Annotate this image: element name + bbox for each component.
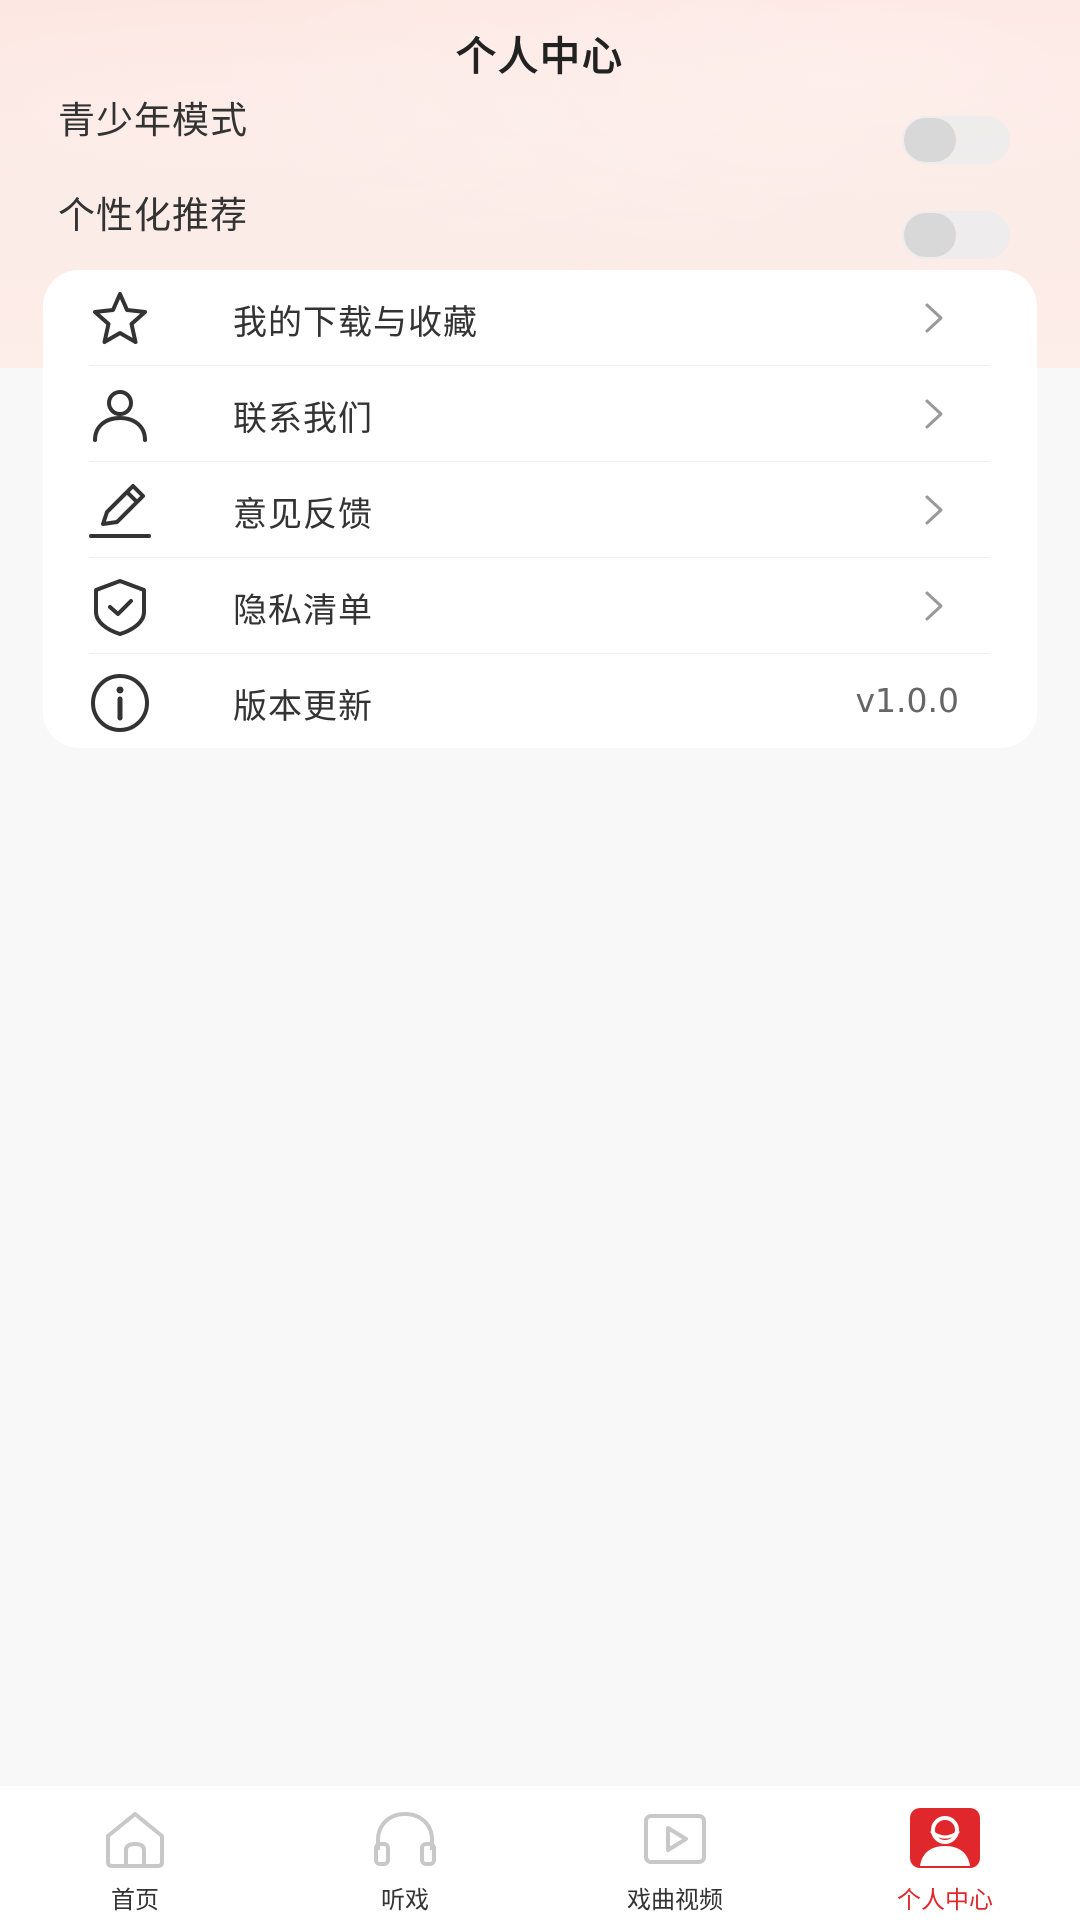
menu-item-label: 联系我们 bbox=[233, 399, 373, 439]
menu-item-feedback[interactable]: 意见反馈 bbox=[89, 462, 989, 558]
chevron-right-icon bbox=[925, 399, 943, 429]
home-icon bbox=[106, 1812, 164, 1868]
menu-item-label: 版本更新 bbox=[233, 687, 373, 727]
teen-mode-row: 青少年模式 bbox=[58, 90, 1018, 170]
nav-item-opera-video[interactable]: 戏曲视频 bbox=[540, 1786, 810, 1920]
personalized-recommend-toggle[interactable] bbox=[902, 211, 1010, 259]
nav-item-home[interactable]: 首页 bbox=[0, 1786, 270, 1920]
profile-icon bbox=[910, 1808, 980, 1868]
nav-label: 首页 bbox=[111, 1886, 159, 1914]
star-icon bbox=[93, 292, 147, 344]
menu-item-downloads-favorites[interactable]: 我的下载与收藏 bbox=[89, 270, 989, 366]
teen-mode-label: 青少年模式 bbox=[58, 99, 248, 142]
menu-item-label: 我的下载与收藏 bbox=[233, 303, 478, 343]
chevron-right-icon bbox=[925, 495, 943, 525]
user-icon bbox=[93, 390, 147, 442]
version-value: v1.0.0 bbox=[855, 681, 960, 720]
nav-item-listen-opera[interactable]: 听戏 bbox=[270, 1786, 540, 1920]
pencil-icon bbox=[89, 484, 151, 538]
menu-item-privacy-list[interactable]: 隐私清单 bbox=[89, 558, 989, 654]
menu-item-version-update[interactable]: 版本更新 v1.0.0 bbox=[89, 654, 989, 750]
personalized-recommend-row: 个性化推荐 bbox=[58, 185, 1018, 265]
shield-check-icon bbox=[94, 579, 146, 636]
nav-label: 戏曲视频 bbox=[627, 1886, 723, 1914]
headphones-icon bbox=[374, 1811, 436, 1866]
page-title: 个人中心 bbox=[456, 34, 624, 80]
nav-label: 个人中心 bbox=[897, 1886, 993, 1914]
teen-mode-toggle[interactable] bbox=[902, 116, 1010, 164]
toggle-knob bbox=[904, 118, 956, 162]
menu-item-label: 意见反馈 bbox=[233, 495, 373, 535]
chevron-right-icon bbox=[925, 303, 943, 333]
menu-item-contact-us[interactable]: 联系我们 bbox=[89, 366, 989, 462]
toggle-knob bbox=[904, 213, 956, 257]
info-icon bbox=[91, 674, 149, 732]
bottom-nav: 首页 听戏 戏曲视频 个人中心 bbox=[0, 1786, 1080, 1920]
nav-label: 听戏 bbox=[381, 1886, 429, 1914]
menu-item-label: 隐私清单 bbox=[233, 591, 373, 631]
chevron-right-icon bbox=[925, 591, 943, 621]
menu-card: 我的下载与收藏 联系我们 意见反馈 隐私清单 版本更新 v1.0.0 bbox=[43, 270, 1037, 748]
personalized-recommend-label: 个性化推荐 bbox=[58, 194, 248, 237]
video-play-icon bbox=[644, 1814, 706, 1864]
nav-item-profile[interactable]: 个人中心 bbox=[810, 1786, 1080, 1920]
